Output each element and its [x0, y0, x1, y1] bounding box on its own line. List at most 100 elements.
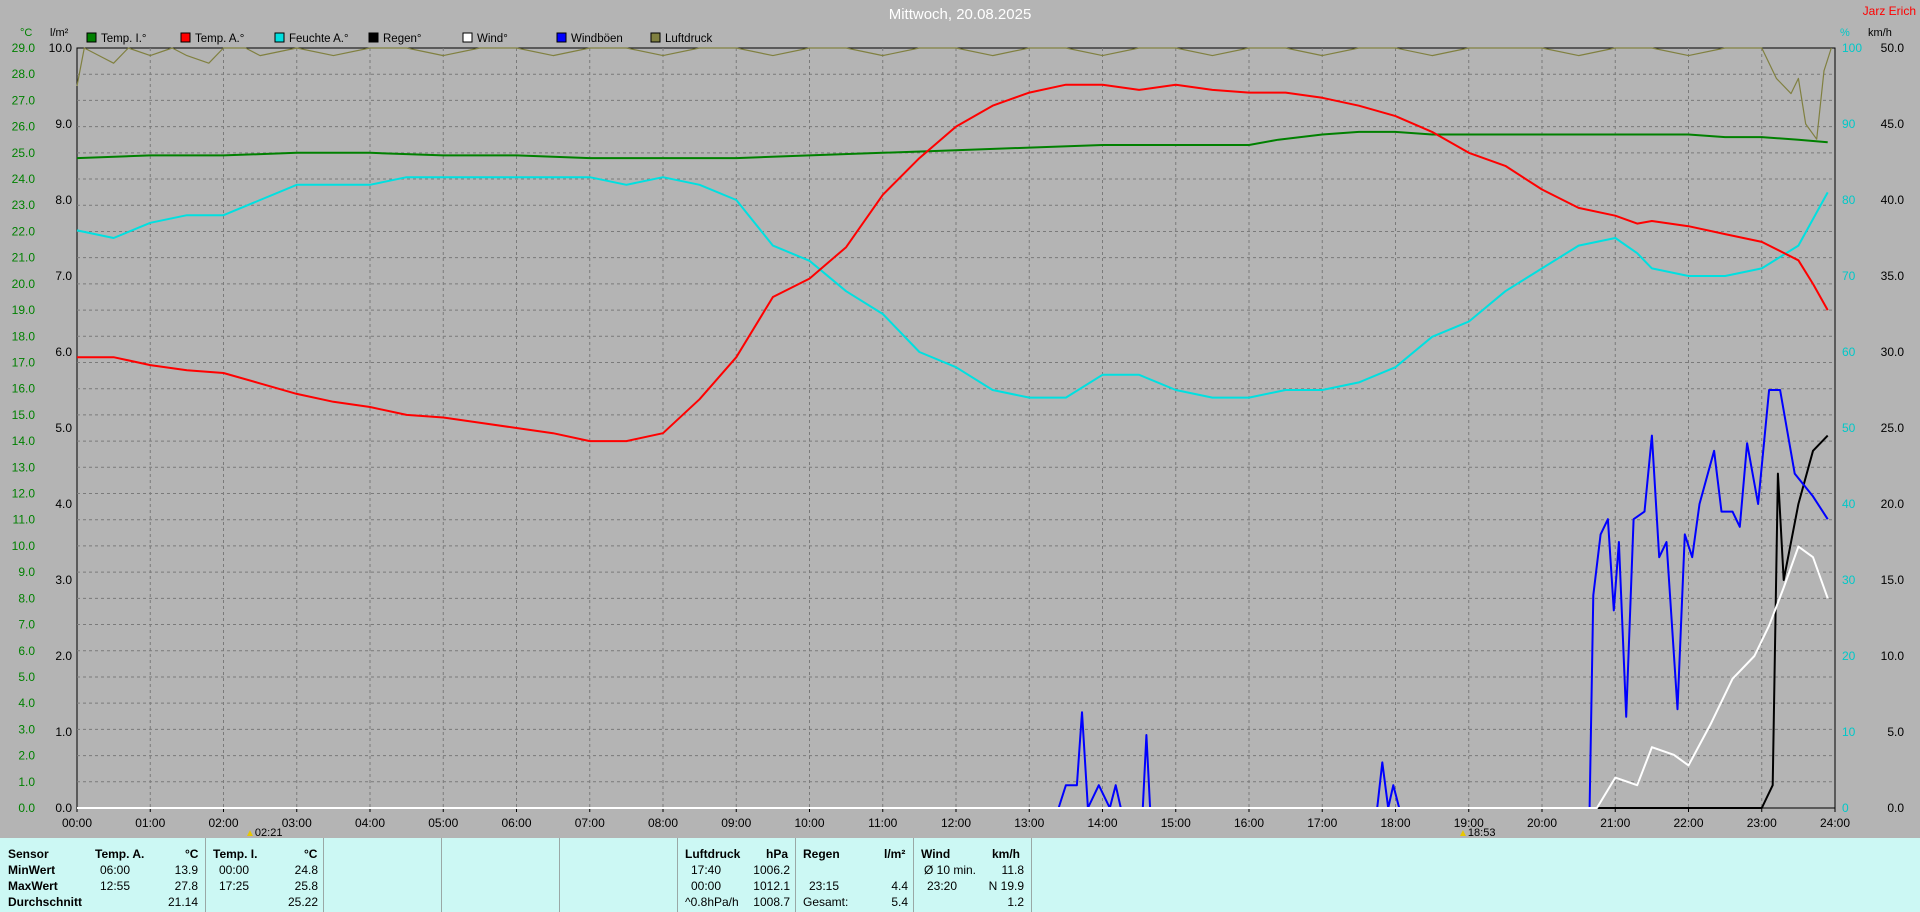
wind-tick-4: 20.0 — [1881, 497, 1905, 511]
stats-temp-i-min-time: 00:00 — [219, 863, 250, 877]
wind-tick-2: 10.0 — [1881, 649, 1905, 663]
temp-tick-3: 3.0 — [18, 722, 35, 736]
rain-tick-1: 1.0 — [55, 725, 72, 739]
rain-tick-0: 0.0 — [55, 801, 72, 815]
x-tick-13: 13:00 — [1014, 816, 1044, 830]
temp-tick-13: 13.0 — [12, 460, 36, 474]
legend-swatch-3 — [368, 32, 379, 43]
legend-swatch-6 — [650, 32, 661, 43]
x-tick-12: 12:00 — [941, 816, 971, 830]
legend-swatch-2 — [274, 32, 285, 43]
legend-swatch-5 — [556, 32, 567, 43]
legend-label-1: Temp. A.° — [195, 33, 244, 45]
legend-label-4: Wind° — [477, 33, 508, 45]
pct-tick-0: 0 — [1842, 801, 1849, 815]
stats-temp-a-avg-value: 21.14 — [167, 895, 198, 909]
brand-label: Jarz Erich — [1863, 4, 1916, 18]
stats-temp-i-min-value: 24.8 — [294, 863, 318, 877]
stats-luftdruck-max-value: 1012.1 — [753, 879, 790, 893]
wind-tick-10: 50.0 — [1881, 41, 1905, 55]
legend-swatch-0 — [86, 32, 97, 43]
rain-tick-5: 5.0 — [55, 421, 72, 435]
stats-luftdruck-min-value: 1006.2 — [753, 863, 790, 877]
left-axis-unit-temp: °C — [20, 27, 32, 39]
stats-col-regen: Regen l/m² 23:15 Gesamt: 4.4 5.4 — [795, 838, 913, 912]
pct-tick-4: 40 — [1842, 497, 1856, 511]
stats-temp-a-title: Temp. A. — [95, 847, 145, 861]
wind-tick-1: 5.0 — [1887, 725, 1904, 739]
stats-regen-total-value: 5.4 — [891, 895, 908, 909]
rain-tick-3: 3.0 — [55, 573, 72, 587]
x-tick-8: 08:00 — [648, 816, 678, 830]
rain-tick-2: 2.0 — [55, 649, 72, 663]
stats-col-temp-i: Temp. I. °C 00:00 17:25 24.8 25.8 25.22 — [205, 838, 323, 912]
stats-col-rest — [1031, 838, 1920, 912]
temp-tick-14: 14.0 — [12, 434, 36, 448]
legend: Temp. I.° Temp. A.° Feuchte A.° Regen° Wind°… — [86, 32, 713, 45]
stats-wind-avg-value: 1.2 — [1007, 895, 1024, 909]
temp-tick-8: 8.0 — [18, 591, 35, 605]
stats-temp-i-max-value: 25.8 — [294, 879, 318, 893]
stats-col-luftdruck: Luftdruck hPa 17:40 00:00 ^0.8hPa/h 1006… — [677, 838, 795, 912]
temp-tick-21: 21.0 — [12, 251, 36, 265]
x-tick-24: 24:00 — [1820, 816, 1850, 830]
legend-label-2: Feuchte A.° — [289, 33, 349, 45]
x-tick-15: 15:00 — [1161, 816, 1191, 830]
temp-tick-20: 20.0 — [12, 277, 36, 291]
x-tick-6: 06:00 — [501, 816, 531, 830]
stats-row-label-min: MinWert — [8, 863, 56, 877]
stats-row-label-max: MaxWert — [8, 879, 58, 893]
stats-regen-unit: l/m² — [884, 847, 906, 861]
x-tick-17: 17:00 — [1307, 816, 1337, 830]
temp-tick-26: 26.0 — [12, 120, 36, 134]
pct-tick-10: 100 — [1842, 41, 1862, 55]
x-tick-4: 04:00 — [355, 816, 385, 830]
stats-temp-a-max-time: 12:55 — [100, 879, 131, 893]
right-axis-unit-wind: km/h — [1868, 27, 1892, 39]
temp-tick-29: 29.0 — [12, 41, 36, 55]
temp-tick-11: 11.0 — [13, 513, 36, 527]
temp-tick-28: 28.0 — [12, 67, 36, 81]
x-tick-16: 16:00 — [1234, 816, 1264, 830]
x-tick-11: 11:00 — [868, 816, 897, 830]
x-tick-3: 03:00 — [282, 816, 312, 830]
x-tick-5: 05:00 — [428, 816, 458, 830]
rain-tick-10: 10.0 — [49, 41, 73, 55]
pct-tick-1: 10 — [1842, 725, 1856, 739]
temp-tick-23: 23.0 — [12, 198, 36, 212]
stats-wind-avg10-value: 11.8 — [1001, 863, 1024, 877]
stats-regen-title: Regen — [803, 847, 840, 861]
stats-luftdruck-avg-value: 1008.7 — [753, 895, 790, 909]
wind-tick-6: 30.0 — [1881, 345, 1905, 359]
stats-temp-a-max-value: 27.8 — [174, 879, 198, 893]
stats-wind-title: Wind — [921, 847, 951, 861]
temp-tick-0: 0.0 — [18, 801, 35, 815]
legend-label-0: Temp. I.° — [101, 33, 147, 45]
x-tick-14: 14:00 — [1087, 816, 1117, 830]
stats-col-empty-1 — [323, 838, 441, 912]
rain-tick-4: 4.0 — [55, 497, 72, 511]
temp-tick-9: 9.0 — [18, 565, 35, 579]
stats-col-empty-3 — [559, 838, 677, 912]
x-tick-20: 20:00 — [1527, 816, 1557, 830]
pct-tick-8: 80 — [1842, 193, 1856, 207]
temp-tick-16: 16.0 — [12, 382, 36, 396]
legend-label-3: Regen° — [383, 33, 422, 45]
stats-wind-unit: km/h — [992, 847, 1021, 861]
stats-regen-total-label: Gesamt: — [803, 895, 849, 909]
stats-col-temp-a: Sensor MinWert MaxWert Durchschnitt Temp… — [0, 838, 205, 912]
stats-luftdruck-title: Luftdruck — [685, 847, 741, 861]
x-tick-2: 02:00 — [208, 816, 238, 830]
stats-regen-max-value: 4.4 — [891, 879, 908, 893]
legend-label-6: Luftdruck — [665, 33, 713, 45]
x-tick-10: 10:00 — [794, 816, 824, 830]
right-axis-unit-pct: % — [1840, 27, 1850, 39]
wind-tick-0: 0.0 — [1887, 801, 1904, 815]
x-tick-23: 23:00 — [1747, 816, 1777, 830]
stats-wind-max-value: N 19.9 — [988, 879, 1024, 893]
stats-temp-a-unit: °C — [185, 847, 199, 861]
temp-tick-2: 2.0 — [18, 749, 35, 763]
wind-tick-7: 35.0 — [1881, 269, 1905, 283]
legend-swatch-4 — [462, 32, 473, 43]
pct-tick-5: 50 — [1842, 421, 1856, 435]
